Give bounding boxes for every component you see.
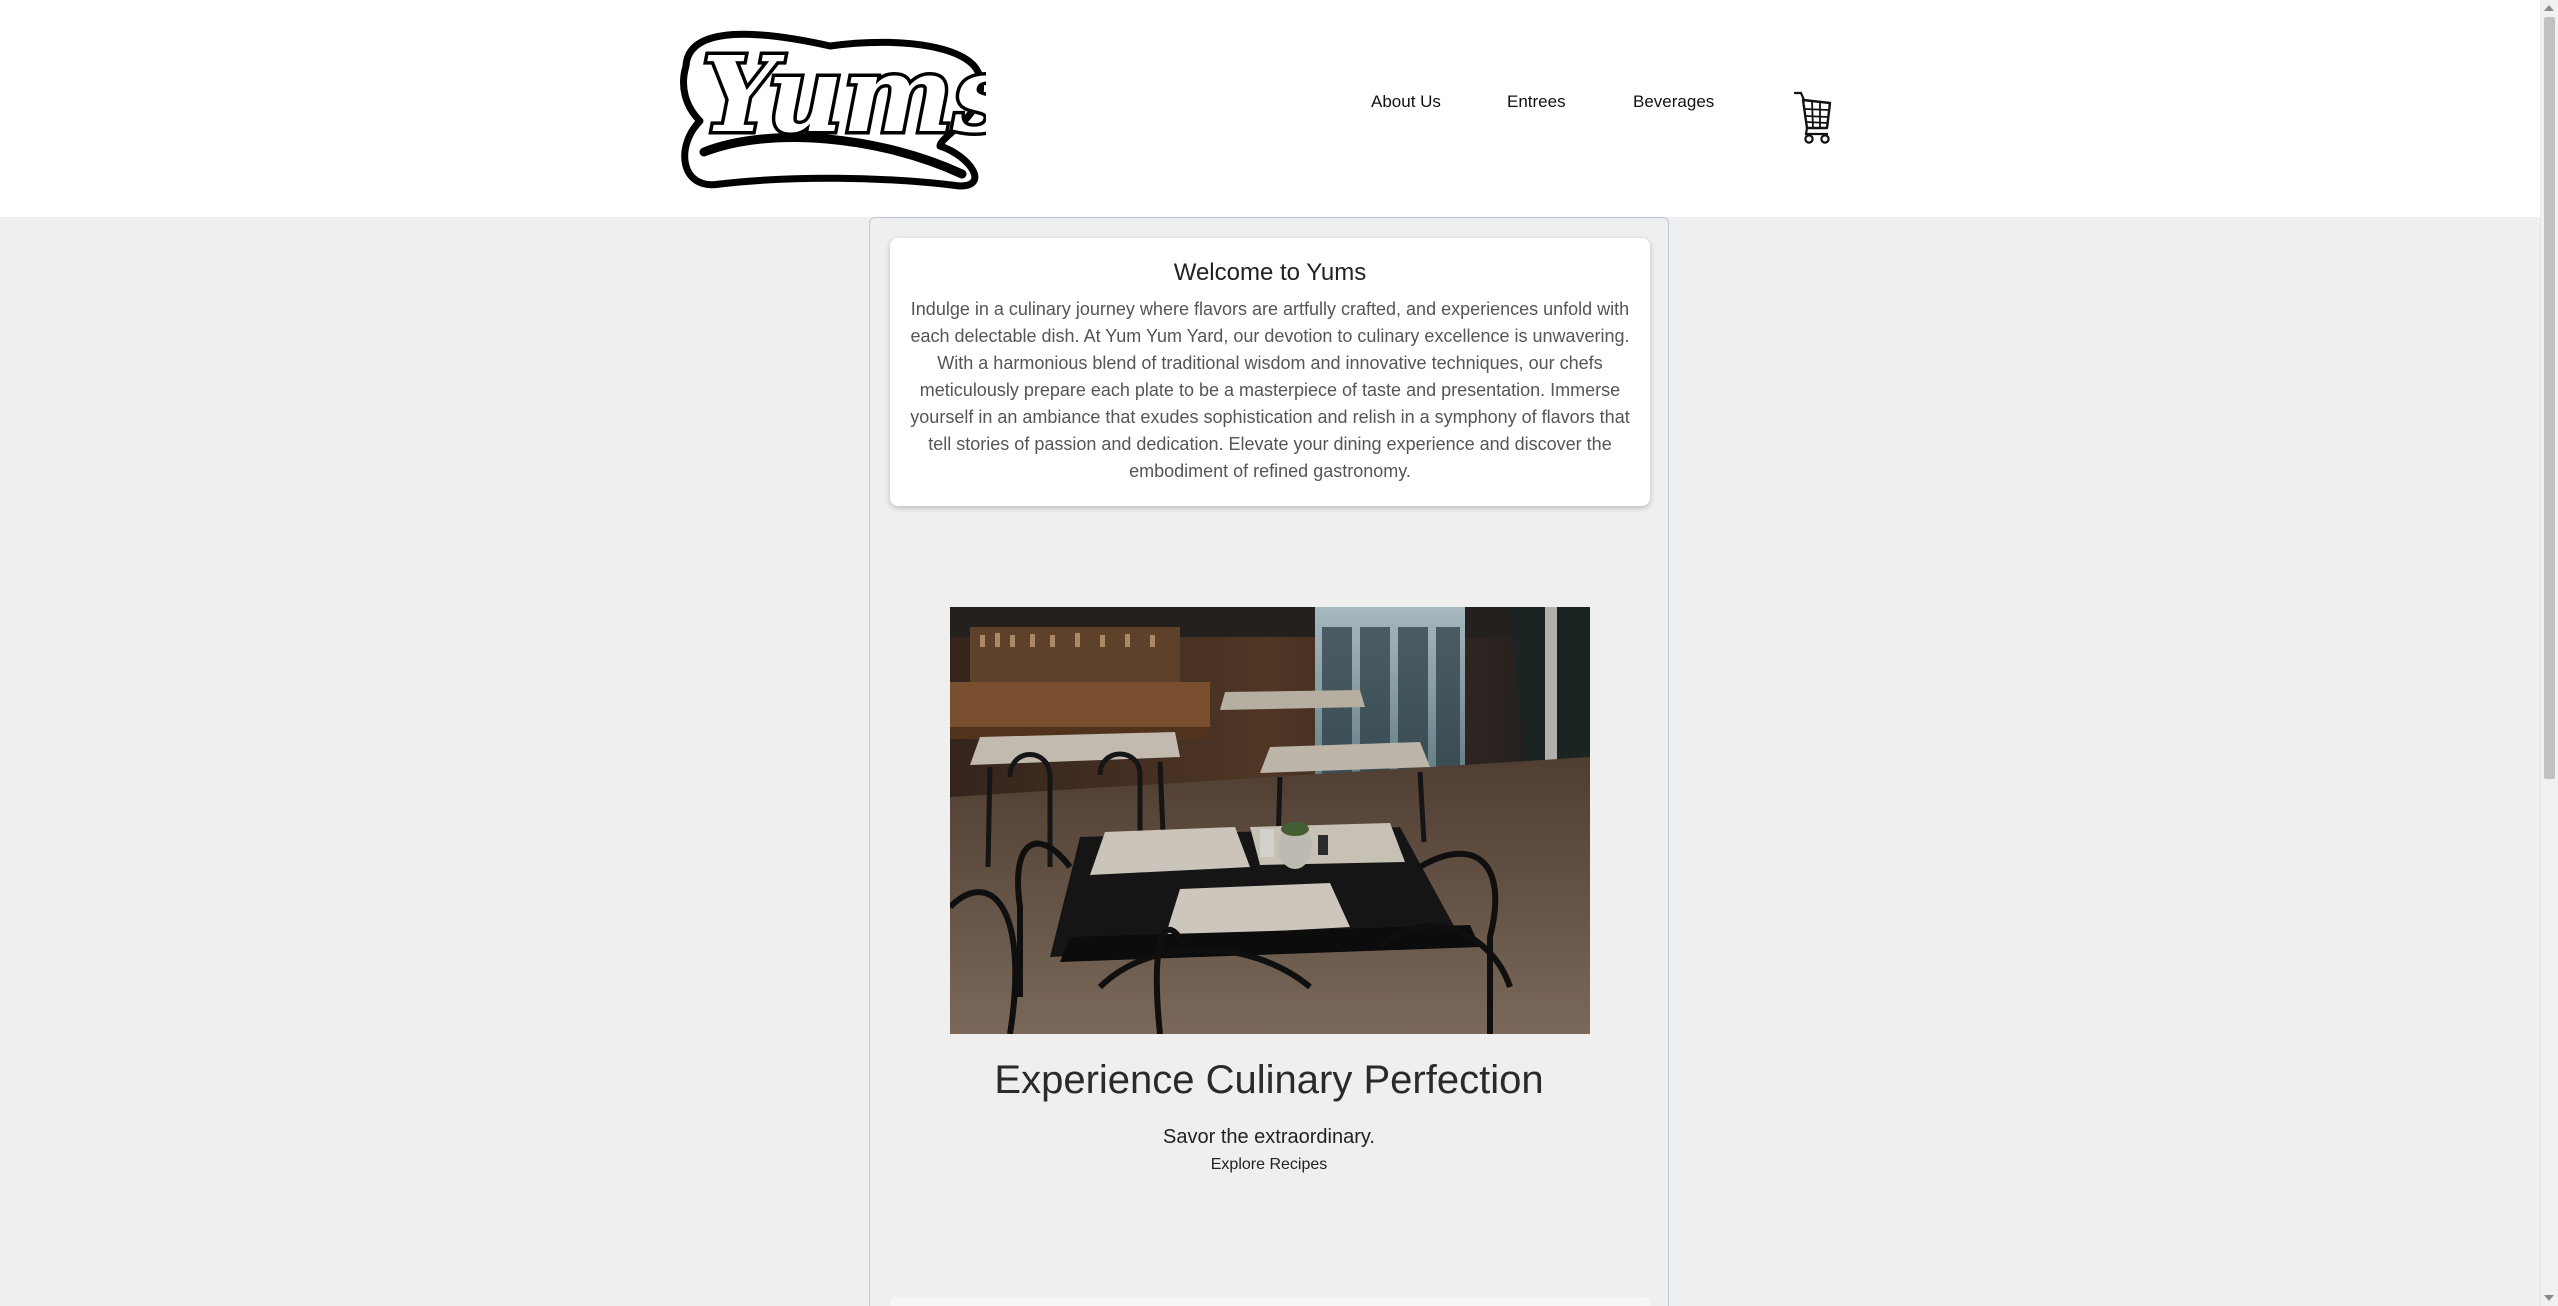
welcome-text: Indulge in a culinary journey where flav… bbox=[910, 299, 1630, 481]
hero-title: Experience Culinary Perfection bbox=[994, 1058, 1544, 1102]
explore-recipes-link-row: Explore Recipes bbox=[869, 1154, 1669, 1176]
scroll-thumb[interactable] bbox=[2544, 17, 2555, 779]
welcome-title: Welcome to Yums bbox=[1173, 259, 1367, 286]
yums-logo[interactable]: Yums bbox=[680, 26, 986, 192]
hero-subtitle: Savor the extraordinary. bbox=[1163, 1126, 1375, 1148]
page: Yums About Us Entrees Beverages Welcome … bbox=[0, 0, 2558, 1306]
welcome-card: Welcome to Yums Indulge in a culinary jo… bbox=[890, 238, 1650, 506]
svg-text:Yums: Yums bbox=[702, 33, 986, 156]
vertical-scrollbar[interactable] bbox=[2540, 0, 2558, 1306]
explore-recipes-link[interactable]: Explore Recipes bbox=[1211, 1156, 1328, 1173]
shopping-cart-icon[interactable] bbox=[1794, 90, 1832, 144]
nav-entrees[interactable]: Entrees bbox=[1507, 92, 1566, 112]
scroll-down-icon[interactable] bbox=[2544, 1295, 2554, 1301]
restaurant-interior-photo bbox=[950, 607, 1590, 1034]
site-header: Yums About Us Entrees Beverages bbox=[0, 0, 2540, 217]
nav-about-us[interactable]: About Us bbox=[1371, 92, 1441, 112]
next-card-peek bbox=[890, 1297, 1650, 1306]
scroll-up-icon[interactable] bbox=[2544, 5, 2554, 11]
nav-beverages[interactable]: Beverages bbox=[1633, 92, 1714, 112]
